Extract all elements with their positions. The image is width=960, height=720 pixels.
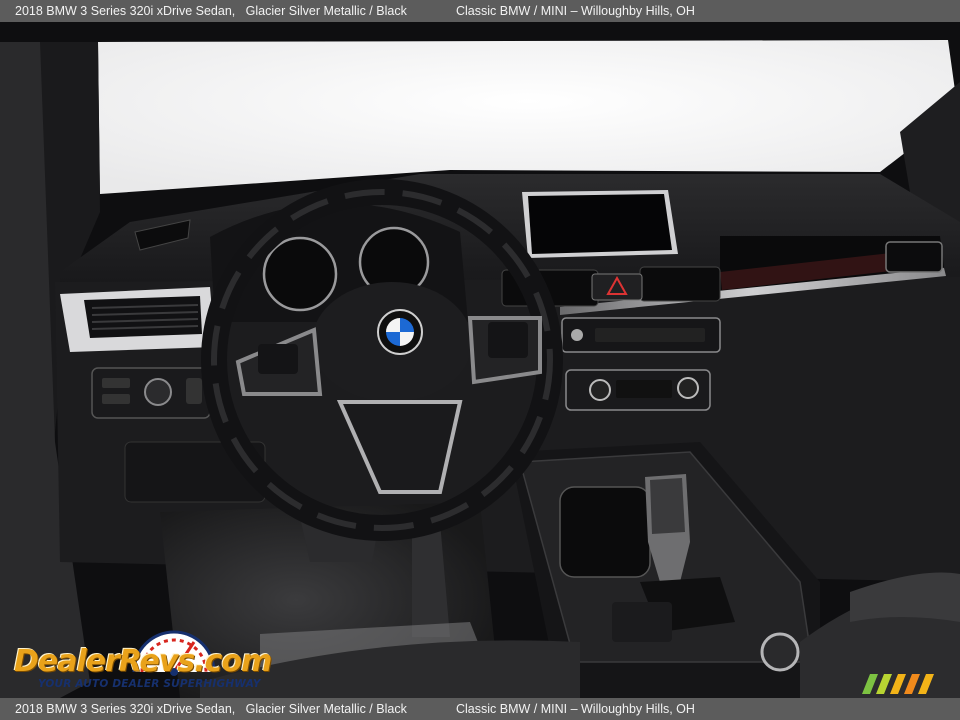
vehicle-colors: Glacier Silver Metallic / Black xyxy=(245,4,407,18)
watermark-tagline: YOUR AUTO DEALER SUPERHIGHWAY xyxy=(38,678,261,690)
dealer-name: Classic BMW / MINI – Willoughby Hills, O… xyxy=(456,4,695,18)
dealer-name-bottom: Classic BMW / MINI – Willoughby Hills, O… xyxy=(456,702,695,716)
car-interior-photo xyxy=(0,22,960,698)
speed-stripes-icon xyxy=(862,674,934,694)
vehicle-title-line-bottom: 2018 BMW 3 Series 320i xDrive Sedan, Gla… xyxy=(15,702,407,716)
vehicle-title-line: 2018 BMW 3 Series 320i xDrive Sedan, Gla… xyxy=(15,4,407,18)
vehicle-title-bottom: 2018 BMW 3 Series 320i xDrive Sedan, xyxy=(15,702,236,716)
vehicle-title: 2018 BMW 3 Series 320i xDrive Sedan, xyxy=(15,4,236,18)
bottom-caption-bar: 2018 BMW 3 Series 320i xDrive Sedan, Gla… xyxy=(0,698,960,720)
watermark-brand: DealerRevs.com xyxy=(14,644,272,679)
vehicle-colors-bottom: Glacier Silver Metallic / Black xyxy=(245,702,407,716)
dealerrevs-watermark: DealerRevs.com YOUR AUTO DEALER SUPERHIG… xyxy=(12,624,272,694)
top-caption-bar: 2018 BMW 3 Series 320i xDrive Sedan, Gla… xyxy=(0,0,960,22)
